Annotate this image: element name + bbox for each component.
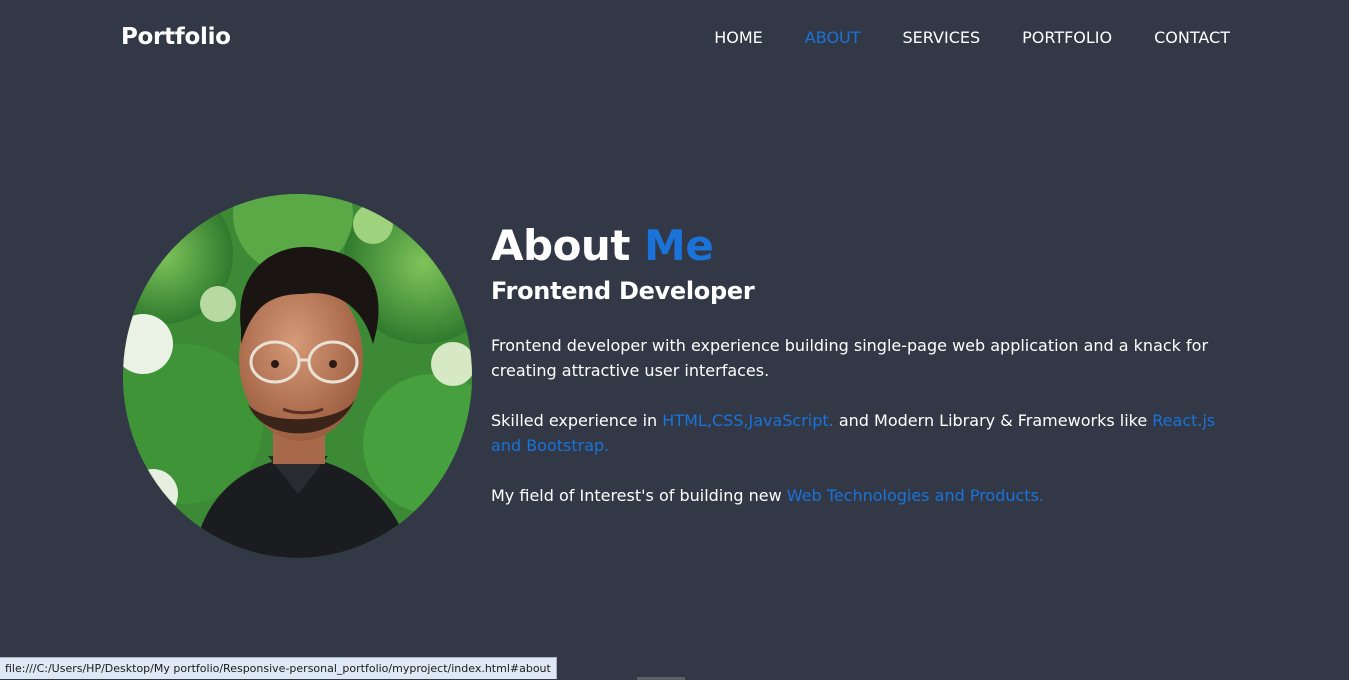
nav-link-portfolio[interactable]: PORTFOLIO bbox=[1022, 27, 1112, 49]
nav-link-about[interactable]: ABOUT bbox=[805, 27, 861, 49]
about-heading-main: About bbox=[491, 221, 630, 270]
about-subtitle: Frontend Developer bbox=[491, 277, 755, 305]
skills-highlight-languages: HTML,CSS,JavaScript. bbox=[662, 411, 834, 430]
skills-prefix: Skilled experience in bbox=[491, 411, 658, 430]
about-section: About Me Frontend Developer Frontend dev… bbox=[0, 76, 1349, 656]
about-heading-accent: Me bbox=[644, 221, 714, 270]
brand-logo[interactable]: Portfolio bbox=[121, 21, 231, 53]
interest-highlight: Web Technologies and Products. bbox=[786, 486, 1044, 505]
browser-status-bar: file:///C:/Users/HP/Desktop/My portfolio… bbox=[0, 657, 557, 679]
about-content: About Me Frontend Developer Frontend dev… bbox=[491, 218, 1226, 533]
nav-link-home[interactable]: HOME bbox=[714, 27, 763, 49]
about-paragraph-3: My field of Interest's of building new W… bbox=[491, 483, 1226, 508]
profile-photo-illustration bbox=[123, 194, 472, 558]
navbar: Portfolio HOME ABOUT SERVICES PORTFOLIO … bbox=[0, 0, 1349, 76]
portfolio-page: Portfolio HOME ABOUT SERVICES PORTFOLIO … bbox=[0, 0, 1349, 680]
nav-link-contact[interactable]: CONTACT bbox=[1154, 27, 1230, 49]
skills-middle: and Modern Library & Frameworks like bbox=[838, 411, 1148, 430]
interest-prefix: My field of Interest's of building new bbox=[491, 486, 782, 505]
nav-link-services[interactable]: SERVICES bbox=[903, 27, 981, 49]
nav-menu: HOME ABOUT SERVICES PORTFOLIO CONTACT bbox=[672, 27, 1230, 49]
about-paragraph-2: Skilled experience in HTML,CSS,JavaScrip… bbox=[491, 408, 1226, 458]
about-heading: About Me bbox=[491, 218, 1226, 274]
profile-photo bbox=[123, 194, 472, 558]
about-paragraph-1: Frontend developer with experience build… bbox=[491, 336, 1209, 380]
